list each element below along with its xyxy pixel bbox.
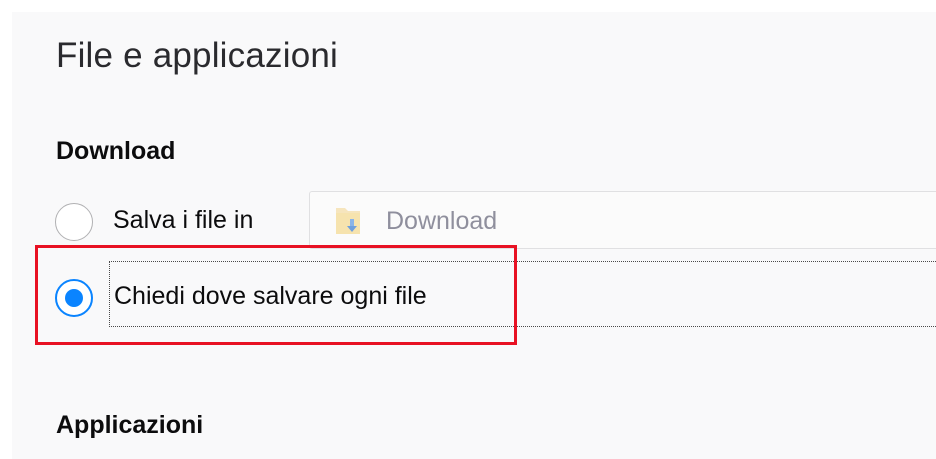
highlight-annotation <box>35 245 517 345</box>
download-folder-icon <box>335 205 361 235</box>
save-files-label[interactable]: Salva i file in <box>113 206 253 235</box>
download-folder-field[interactable]: Download <box>309 191 936 249</box>
download-heading: Download <box>56 137 176 165</box>
download-folder-label: Download <box>386 207 498 235</box>
page-title: File e applicazioni <box>56 36 339 75</box>
save-files-radio[interactable] <box>55 203 93 241</box>
applications-heading: Applicazioni <box>56 411 204 439</box>
